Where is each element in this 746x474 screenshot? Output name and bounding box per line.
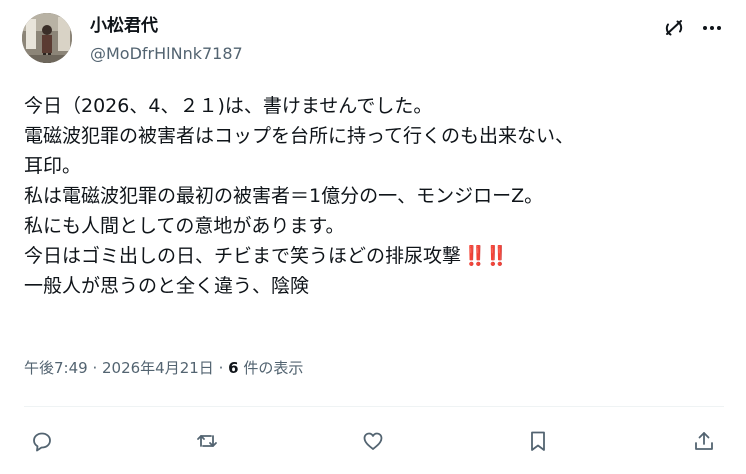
post-line: 耳印。 <box>24 155 82 177</box>
post-line: 今日はゴミ出しの日、チビまで笑うほどの排尿攻撃 ‼️‼️ <box>24 241 734 271</box>
bookmark-icon <box>531 431 545 451</box>
share-icon <box>695 432 713 450</box>
post-line: 一般人が思うのと全く違う、陰険 <box>24 275 310 297</box>
meta-separator: · <box>87 359 102 377</box>
post-line-text: 今日はゴミ出しの日、チビまで笑うほどの排尿攻撃 <box>24 245 462 267</box>
post-line: 私にも人間としての意地があります。 <box>24 215 345 237</box>
user-handle[interactable]: @MoDfrHlNnk7187 <box>90 43 243 65</box>
views-label: 件の表示 <box>238 359 304 377</box>
post-line: 私は電磁波犯罪の最初の被害者＝1億分の一、モンジローZ。 <box>24 185 544 207</box>
grok-icon[interactable] <box>662 16 686 40</box>
post-line: 電磁波犯罪の被害者はコップを台所に持って行くのも出来ない、 <box>24 125 575 147</box>
divider <box>24 406 724 407</box>
post-date[interactable]: 2026年4月21日 <box>102 359 214 377</box>
post-meta: 午後7:49 · 2026年4月21日 · 6 件の表示 <box>24 358 303 378</box>
repost-button[interactable] <box>193 427 221 455</box>
share-button[interactable] <box>690 427 718 455</box>
post-text: 今日（2026、4、２１)は、書けませんでした。 電磁波犯罪の被害者はコップを台… <box>24 91 734 301</box>
display-name[interactable]: 小松君代 <box>90 15 158 37</box>
heart-icon <box>363 432 383 450</box>
reply-button[interactable] <box>28 427 56 455</box>
views-count: 6 <box>228 359 239 377</box>
reply-icon <box>33 432 51 452</box>
double-exclamation-emoji: ‼️‼️ <box>463 245 508 267</box>
post-line: 今日（2026、4、２１)は、書けませんでした。 <box>24 95 433 117</box>
more-icon[interactable] <box>700 16 724 40</box>
post-time[interactable]: 午後7:49 <box>24 359 88 377</box>
bookmark-button[interactable] <box>524 427 552 455</box>
avatar-image <box>22 13 72 63</box>
repost-icon <box>197 435 217 447</box>
avatar[interactable] <box>22 13 72 63</box>
meta-separator: · <box>213 359 229 377</box>
like-button[interactable] <box>359 427 387 455</box>
